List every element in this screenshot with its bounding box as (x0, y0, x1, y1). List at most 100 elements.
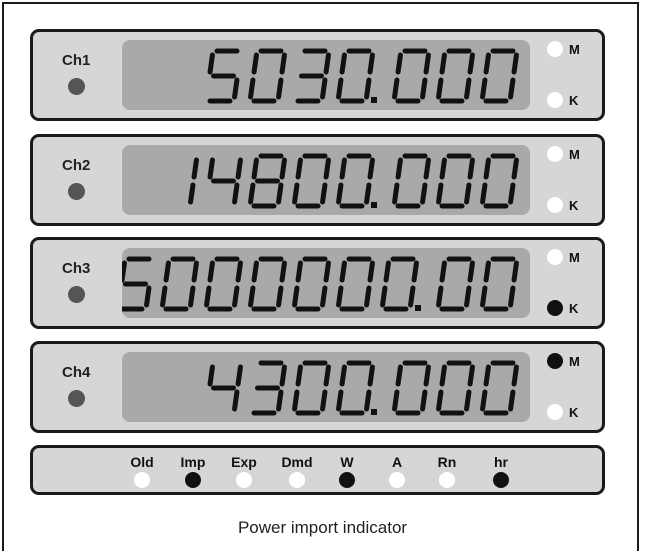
segment-e (392, 77, 400, 100)
kilo-label: K (569, 404, 579, 420)
segment-digit-6 (336, 256, 375, 312)
segment-digit-4 (336, 153, 375, 209)
indicator-label: Imp (180, 454, 206, 470)
segment-b (511, 157, 519, 180)
mega-led (547, 249, 563, 265)
segment-b (467, 260, 475, 283)
segment-e (292, 389, 300, 412)
segment-b (191, 260, 199, 283)
segment-c (276, 285, 284, 308)
mega-led (547, 353, 563, 369)
channel-indicator-dot (68, 78, 85, 95)
seven-segment-display: 25000000.00 (122, 248, 530, 318)
segment-b (323, 52, 331, 75)
segment-b (367, 364, 375, 387)
segment-b (279, 52, 287, 75)
segment-f (163, 260, 171, 283)
segment-digit-2 (248, 153, 287, 209)
kilo-led (547, 404, 563, 420)
segment-f (483, 157, 491, 180)
segment-e (160, 285, 168, 308)
segment-digit-5 (392, 153, 431, 209)
indicator-label: W (340, 454, 354, 470)
indicator-led (493, 472, 509, 488)
segment-c (364, 389, 372, 412)
segment-digit-2 (160, 256, 199, 312)
segment-e (292, 285, 300, 308)
segment-c (276, 182, 284, 205)
segment-f (295, 364, 303, 387)
segment-digit-1 (251, 360, 287, 416)
indicator-led (134, 472, 150, 488)
segment-digit-9 (480, 256, 519, 312)
segment-e (392, 389, 400, 412)
status-indicator-rn: Rn (422, 454, 472, 493)
segment-c (232, 77, 240, 100)
segment-e (204, 285, 212, 308)
status-indicator-old: Old (117, 454, 167, 493)
segment-b (279, 260, 287, 283)
segment-digit-3 (292, 153, 331, 209)
segment-c (464, 389, 472, 412)
segment-f (439, 364, 447, 387)
mega-label: M (569, 249, 580, 265)
channel-label: Ch3 (62, 260, 91, 277)
segment-f (207, 364, 215, 387)
segment-c (188, 182, 196, 205)
segment-c (408, 285, 416, 308)
segment-c (232, 182, 240, 205)
figure-caption: Power import indicator (237, 518, 408, 537)
decimal-point (371, 202, 377, 208)
segment-digit-0 (188, 157, 199, 205)
channel-row-1: Ch1 5030.000 M K (30, 29, 605, 121)
segment-f (383, 260, 391, 283)
segment-c (508, 77, 516, 100)
status-indicator-dmd: Dmd (272, 454, 322, 493)
status-indicator-exp: Exp (219, 454, 269, 493)
mega-unit-indicator: M (547, 353, 580, 369)
segment-c (276, 77, 284, 100)
segment-e (380, 285, 388, 308)
segment-digit-1 (207, 157, 243, 205)
seven-segment-display: 4300.000 (122, 352, 530, 422)
segment-e (436, 389, 444, 412)
segment-c (508, 182, 516, 205)
segment-f (395, 157, 403, 180)
segment-f (295, 260, 303, 283)
segment-digit-3 (204, 256, 243, 312)
segment-b (279, 157, 287, 180)
kilo-led (547, 197, 563, 213)
segment-c (232, 285, 240, 308)
segment-f (207, 260, 215, 283)
segment-b (235, 364, 243, 387)
segment-f (339, 364, 347, 387)
indicator-led (439, 472, 455, 488)
mega-unit-indicator: M (547, 146, 580, 162)
segment-f (207, 157, 215, 180)
channel-row-2: Ch2 14800.000 M K (30, 134, 605, 226)
segment-f (251, 52, 259, 75)
segment-digit-5 (436, 360, 475, 416)
segment-digit-7 (480, 153, 519, 209)
kilo-unit-indicator: K (547, 300, 578, 316)
segment-f (395, 364, 403, 387)
segment-e (292, 182, 300, 205)
indicator-label: A (391, 454, 403, 470)
segment-digit-4 (392, 360, 431, 416)
segment-c (320, 182, 328, 205)
segment-e (248, 285, 256, 308)
segment-e (248, 182, 256, 205)
segment-e (336, 389, 344, 412)
segment-digits (188, 153, 519, 209)
segment-digit-6 (480, 360, 519, 416)
segment-digit-3 (336, 360, 375, 416)
kilo-unit-indicator: K (547, 92, 578, 108)
segment-e (436, 77, 444, 100)
segment-digit-1 (122, 256, 152, 312)
kilo-led (547, 300, 563, 316)
segment-e (480, 182, 488, 205)
segment-e (480, 285, 488, 308)
indicator-label: Old (130, 454, 154, 470)
segment-digit-4 (392, 48, 431, 104)
mega-label: M (569, 353, 580, 369)
